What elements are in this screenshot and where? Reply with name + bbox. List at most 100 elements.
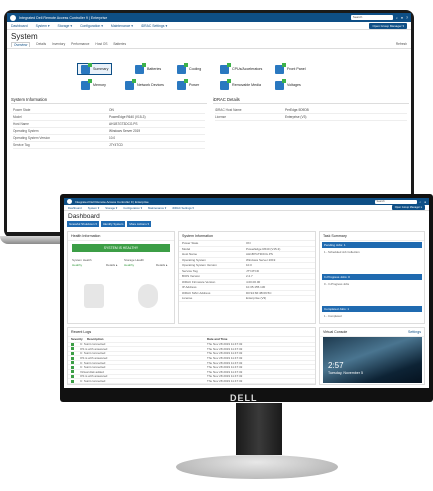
- tile-cpus[interactable]: CPUs/Accelerators: [220, 62, 262, 75]
- help-icon[interactable]: ?: [406, 16, 408, 20]
- tile-removable-media[interactable]: Removable Media: [220, 78, 261, 91]
- task-group-header[interactable]: In Progress Jobs: 0: [322, 274, 422, 280]
- info-row: Model PowerEdge R640 (V15-3): [13, 114, 205, 121]
- search-icon[interactable]: ⌕: [420, 200, 422, 204]
- ok-status-icon: [71, 379, 74, 383]
- task-item[interactable]: 1 - Completed: [320, 313, 424, 319]
- fan-icon: [177, 62, 188, 74]
- power-icon: [177, 78, 188, 90]
- ok-status-icon: [71, 361, 74, 365]
- ok-status-icon: [71, 365, 74, 369]
- removable-media-icon: [220, 78, 231, 90]
- voltage-icon: [275, 78, 286, 90]
- idrac-details-heading: iDRAC Details: [213, 97, 409, 104]
- tab-host-os[interactable]: Host OS: [95, 42, 107, 47]
- identify-system-button[interactable]: Identify System: [100, 221, 126, 227]
- info-row: Operating System Windows Server 2019: [13, 128, 205, 135]
- page-title: Dashboard: [68, 213, 100, 220]
- tab-performance[interactable]: Performance: [71, 42, 89, 47]
- table-row[interactable]: C: Sunit connected Thu Nov 28 2019 11:47:…: [68, 379, 315, 384]
- nav-system[interactable]: System ▾: [36, 24, 50, 28]
- nav-configuration[interactable]: Configuration ▾: [80, 24, 103, 28]
- console-clock: 2:57: [328, 361, 344, 370]
- monitor-brand-logo: DELL: [230, 393, 258, 403]
- app-title: Integrated Dell Remote Access Controller…: [19, 15, 108, 20]
- system-health-details-link[interactable]: Details ▸: [106, 263, 118, 267]
- action-bar: Graceful Shutdown ▾ Identify System More…: [64, 220, 429, 228]
- nav-idrac-settings[interactable]: iDRAC Settings ▾: [141, 24, 167, 28]
- ok-status-icon: [71, 374, 74, 378]
- tile-network-devices[interactable]: Network Devices: [125, 78, 164, 91]
- system-information-heading: System Information: [11, 97, 207, 104]
- tile-voltages[interactable]: Voltages: [275, 78, 301, 91]
- console-settings-link[interactable]: Settings: [408, 330, 421, 334]
- info-row: Host Name AH1B7GT3DCG.PS: [13, 121, 205, 128]
- tile-memory[interactable]: Memory: [81, 78, 106, 91]
- ok-status-icon: [71, 370, 74, 374]
- storage-health-value: Healthy: [124, 263, 135, 267]
- tile-power[interactable]: Power: [177, 78, 199, 91]
- info-row: License Enterprise (V3): [179, 296, 315, 302]
- dell-logo-icon: [10, 14, 16, 21]
- battery-icon: [135, 62, 146, 74]
- tab-overview[interactable]: Overview: [11, 42, 31, 47]
- server-graphic: [84, 284, 104, 308]
- storage-health-label: Storage Health: [124, 258, 145, 262]
- info-row: iDRAC Host Name PerEdge-9D9DB: [215, 107, 407, 114]
- app-header: Integrated Dell Remote Access Controller…: [64, 198, 429, 205]
- front-panel-icon: [275, 62, 286, 74]
- refresh-button[interactable]: Refresh: [396, 42, 407, 47]
- monitor-stand-base: [176, 455, 338, 479]
- tile-cooling[interactable]: Cooling: [177, 62, 201, 75]
- user-icon[interactable]: ●: [401, 16, 403, 20]
- main-nav: Dashboard System ▾ Storage ▾ Configurati…: [7, 22, 411, 30]
- task-group-header[interactable]: Pending Jobs: 1: [322, 242, 422, 248]
- tile-front-panel[interactable]: Front Panel: [275, 62, 306, 75]
- open-group-manager-button[interactable]: Open Group Manager ▾: [391, 205, 425, 210]
- virtual-console-heading: Virtual Console Settings: [320, 328, 424, 337]
- nav-configuration[interactable]: Configuration ▾: [123, 206, 142, 210]
- task-group-header[interactable]: Completed Jobs: 1: [322, 306, 422, 312]
- recent-logs-heading: Recent Logs: [68, 328, 315, 337]
- tab-batteries[interactable]: Batteries: [113, 42, 126, 47]
- tile-summary[interactable]: Summary: [77, 62, 113, 75]
- monitor-screen: Integrated Dell Remote Access Controller…: [64, 198, 429, 388]
- network-icon: [125, 78, 136, 90]
- search-input[interactable]: Search: [350, 15, 393, 20]
- health-banner: SYSTEM IS HEALTHY: [72, 244, 170, 252]
- tab-inventory[interactable]: Inventory: [52, 42, 65, 47]
- storage-graphic: [138, 284, 158, 308]
- nav-dashboard[interactable]: Dashboard: [11, 24, 28, 28]
- nav-maintenance[interactable]: Maintenance ▾: [148, 206, 166, 210]
- summary-icon: [81, 62, 92, 74]
- task-summary-heading: Task Summary: [320, 232, 424, 241]
- nav-idrac-settings[interactable]: iDRAC Settings ▾: [172, 206, 194, 210]
- tab-details[interactable]: Details: [36, 42, 46, 47]
- more-actions-button[interactable]: More Actions ▾: [127, 221, 152, 227]
- tab-bar: Overview Details Inventory Performance H…: [7, 41, 411, 49]
- ok-status-icon: [71, 347, 74, 351]
- graceful-shutdown-button[interactable]: Graceful Shutdown ▾: [67, 221, 99, 227]
- memory-icon: [81, 78, 92, 90]
- info-row: Power State ON: [13, 107, 205, 114]
- system-health-value: Healthy: [72, 263, 83, 267]
- dell-logo-icon: [67, 199, 72, 204]
- nav-storage[interactable]: Storage ▾: [105, 206, 117, 210]
- tile-batteries[interactable]: Batteries: [135, 62, 161, 75]
- recent-logs-card: Recent Logs Severity Description Date and …: [67, 327, 316, 385]
- storage-health-details-link[interactable]: Details ▸: [156, 263, 168, 267]
- system-health-label: System Health: [72, 258, 92, 262]
- search-icon[interactable]: ⌕: [396, 16, 398, 20]
- nav-storage[interactable]: Storage ▾: [58, 24, 73, 28]
- user-icon[interactable]: ●: [424, 200, 426, 204]
- ok-status-icon: [71, 356, 74, 360]
- system-information-heading: System Information: [179, 232, 315, 241]
- nav-dashboard[interactable]: Dashboard: [68, 206, 82, 210]
- nav-system[interactable]: System ▾: [88, 206, 100, 210]
- info-row: License Enterprise (V3): [215, 114, 407, 121]
- task-summary-card: Task Summary Pending Jobs: 1 1 - Schedul…: [319, 231, 425, 324]
- open-group-manager-button[interactable]: Open Group Manager ▾: [369, 22, 407, 29]
- search-input[interactable]: Search: [374, 199, 417, 204]
- nav-maintenance[interactable]: Maintenance ▾: [111, 24, 133, 28]
- virtual-console-preview[interactable]: 2:57 Tuesday, November 5: [323, 337, 422, 383]
